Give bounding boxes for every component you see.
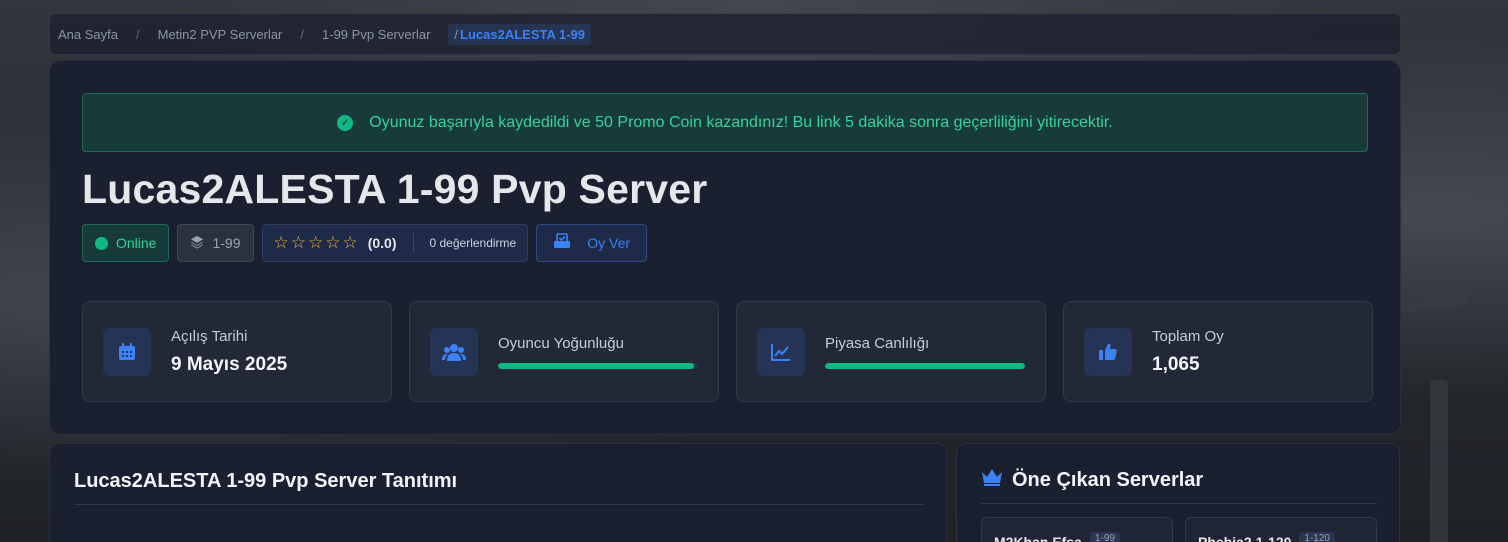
stat-opening-date: Açılış Tarihi 9 Mayıs 2025 <box>82 301 392 402</box>
breadcrumb-separator: / <box>300 26 305 42</box>
featured-server-item[interactable]: Phebia2 1-120 1-120 <box>1185 517 1377 542</box>
alert-text: Oyunuz başarıyla kaydedildi ve 50 Promo … <box>369 113 1113 131</box>
stat-player-density: Oyuncu Yoğunluğu <box>409 301 719 402</box>
server-header-card: ✓ Oyunuz başarıyla kaydedildi ve 50 Prom… <box>49 60 1401 435</box>
vote-box-icon <box>553 232 571 254</box>
level-range: 1-99 <box>212 235 241 251</box>
stat-value: 1,065 <box>1152 353 1200 375</box>
server-badges: Online 1-99 ☆☆☆☆☆ (0.0) 0 değerlendirme … <box>82 224 648 262</box>
description-title: Lucas2ALESTA 1-99 Pvp Server Tanıtımı <box>74 470 924 505</box>
progress-bar <box>498 362 698 369</box>
layers-icon <box>190 235 204 252</box>
background-decoration <box>1430 380 1448 542</box>
check-circle-icon: ✓ <box>337 114 354 131</box>
breadcrumb-home[interactable]: Ana Sayfa <box>58 27 118 42</box>
page-title: Lucas2ALESTA 1-99 Pvp Server <box>82 166 708 212</box>
rating-score: (0.0) <box>367 235 397 251</box>
vote-button-label: Oy Ver <box>587 235 631 251</box>
calendar-icon <box>103 327 151 376</box>
featured-server-item[interactable]: M2Khan Efsa 1-99 <box>981 517 1173 542</box>
success-alert: ✓ Oyunuz başarıyla kaydedildi ve 50 Prom… <box>82 93 1368 152</box>
crown-icon <box>981 468 1003 492</box>
vote-button[interactable]: Oy Ver <box>536 224 648 262</box>
level-badge: 1-99 <box>177 224 254 262</box>
stat-label: Açılış Tarihi <box>171 327 248 345</box>
stat-value: 9 Mayıs 2025 <box>171 353 288 375</box>
featured-title: Öne Çıkan Serverlar <box>981 468 1377 504</box>
rating-stars-icon[interactable]: ☆☆☆☆☆ <box>274 233 360 253</box>
breadcrumb-separator: / <box>454 26 459 42</box>
stat-label: Piyasa Canlılığı <box>825 334 930 352</box>
status-badge: Online <box>82 224 170 262</box>
progress-bar <box>825 362 1025 369</box>
stat-market-activity: Piyasa Canlılığı <box>736 301 1046 402</box>
stat-label: Toplam Oy <box>1152 327 1224 345</box>
featured-server-name: M2Khan Efsa <box>994 534 1082 542</box>
users-icon <box>430 327 478 376</box>
divider <box>412 233 414 253</box>
status-text: Online <box>116 235 157 251</box>
featured-title-label: Öne Çıkan Serverlar <box>1012 468 1204 491</box>
chart-line-icon <box>757 327 805 376</box>
breadcrumb-separator: / <box>136 26 140 42</box>
featured-servers-card: Öne Çıkan Serverlar M2Khan Efsa 1-99 Phe… <box>956 443 1400 542</box>
featured-server-name: Phebia2 1-120 <box>1198 534 1292 542</box>
description-card: Lucas2ALESTA 1-99 Pvp Server Tanıtımı <box>49 443 947 542</box>
featured-server-tag: 1-99 <box>1089 532 1120 542</box>
rating-badge: ☆☆☆☆☆ (0.0) 0 değerlendirme <box>261 224 529 262</box>
breadcrumb-subcategory[interactable]: 1-99 Pvp Serverlar <box>322 27 430 42</box>
breadcrumb-current: / Lucas2ALESTA 1-99 <box>448 23 592 45</box>
status-dot-icon <box>95 236 108 250</box>
stats-row: Açılış Tarihi 9 Mayıs 2025 Oyuncu Yoğunl… <box>82 301 1373 402</box>
featured-server-tag: 1-120 <box>1299 532 1335 542</box>
stat-total-votes: Toplam Oy 1,065 <box>1063 301 1373 402</box>
stat-label: Oyuncu Yoğunluğu <box>498 334 624 352</box>
rating-count: 0 değerlendirme <box>429 236 517 250</box>
breadcrumb: Ana Sayfa / Metin2 PVP Serverlar / 1-99 … <box>49 13 1401 55</box>
progress-fill <box>498 362 694 369</box>
breadcrumb-category[interactable]: Metin2 PVP Serverlar <box>158 27 283 42</box>
progress-fill <box>825 362 1025 369</box>
thumbs-up-icon <box>1084 327 1132 376</box>
breadcrumb-current-label: Lucas2ALESTA 1-99 <box>460 26 586 42</box>
